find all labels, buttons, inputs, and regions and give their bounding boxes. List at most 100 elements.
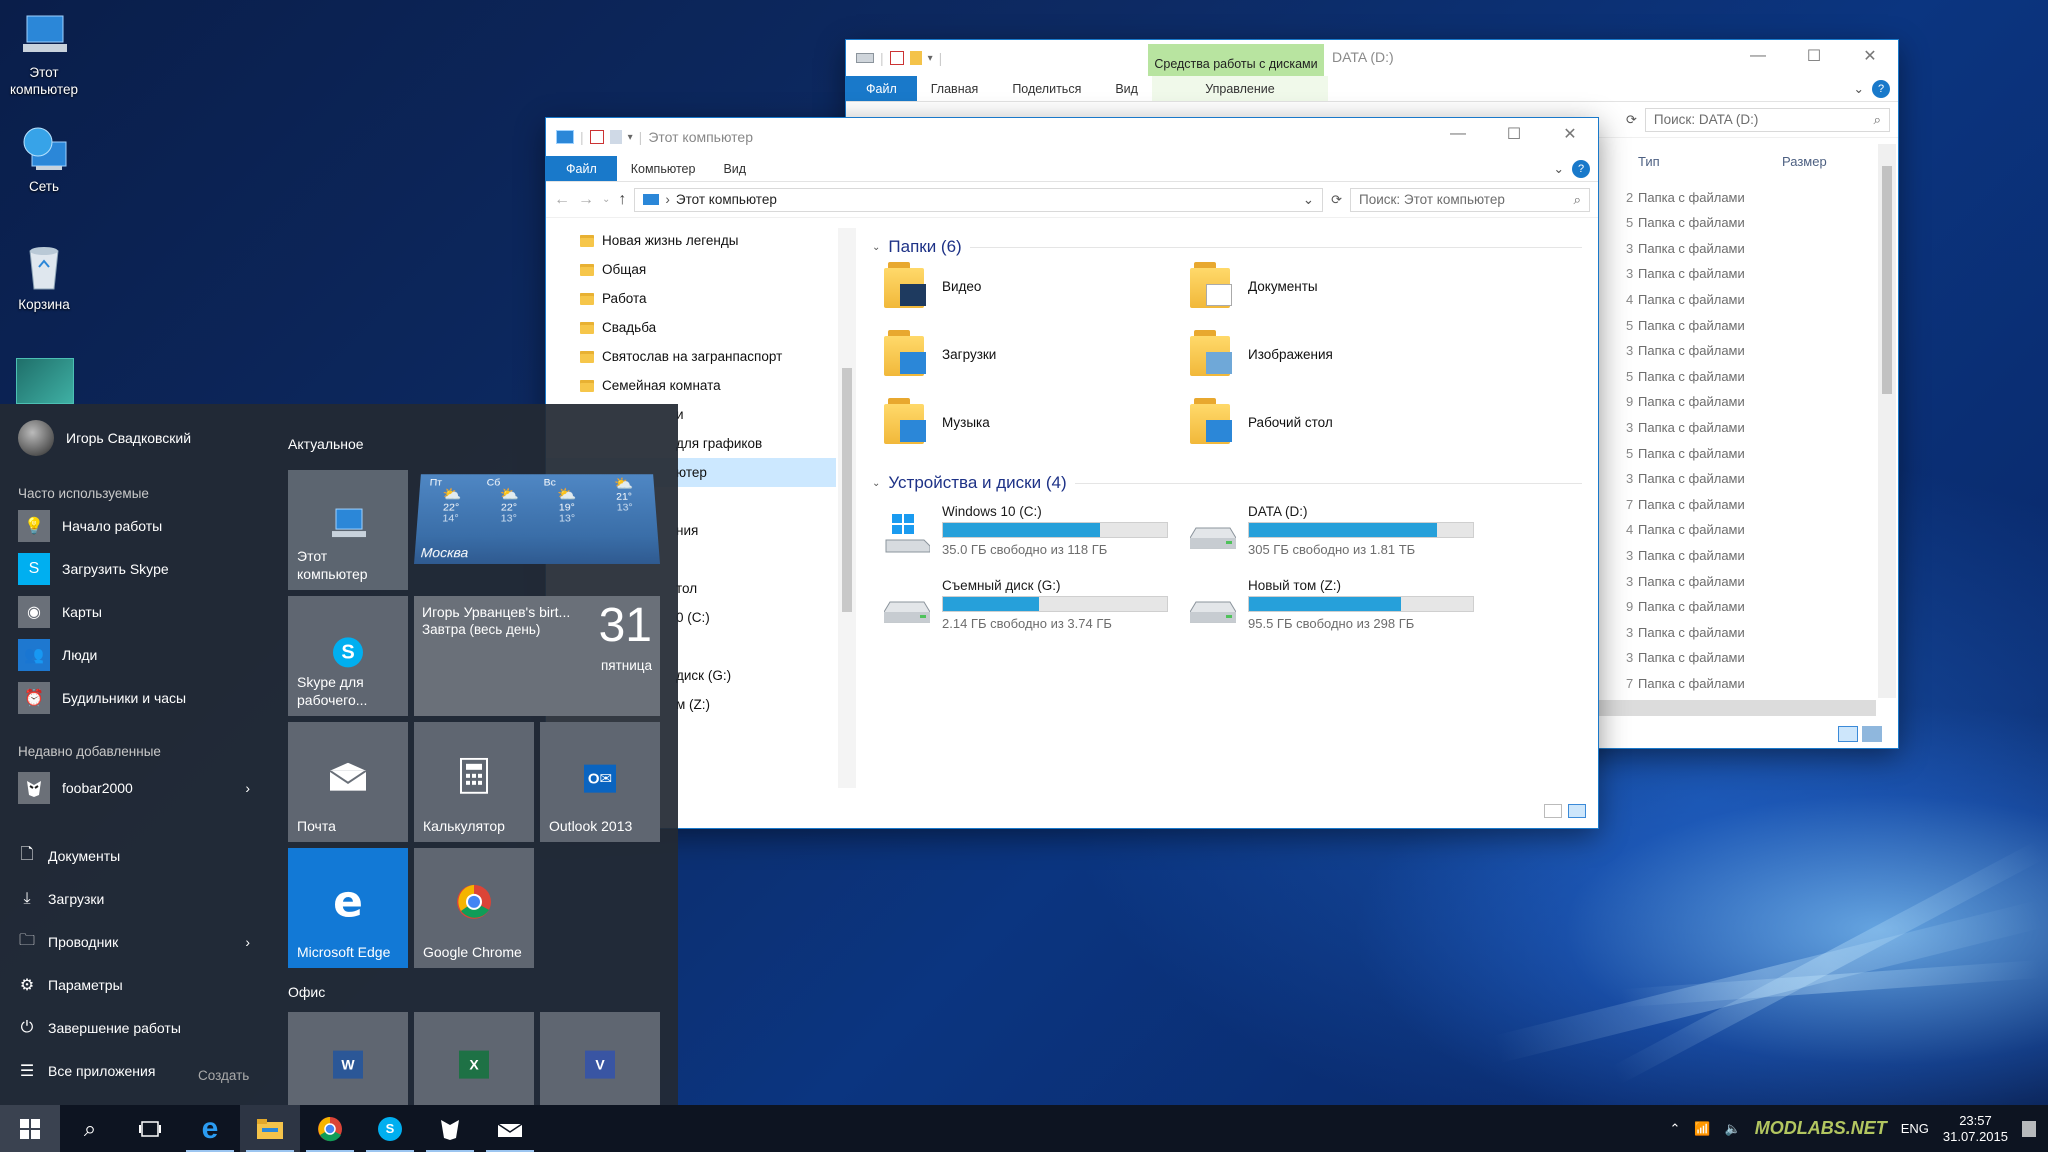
- title-bar[interactable]: | ▾ | Средства работы с дисками DATA (D:…: [846, 40, 1898, 76]
- tile-calculator[interactable]: Калькулятор: [414, 722, 534, 842]
- start-place-item[interactable]: ⏻ Завершение работы: [18, 1012, 250, 1044]
- column-header-type[interactable]: Тип: [1638, 154, 1660, 169]
- customize-qat-icon[interactable]: ▾: [628, 132, 633, 143]
- horizontal-scrollbar[interactable]: [1586, 700, 1876, 716]
- list-item[interactable]: 3 Папка с файлами: [1626, 647, 1866, 669]
- list-item[interactable]: 3 Папка с файлами: [1626, 263, 1866, 285]
- folder-item[interactable]: Видео: [884, 262, 981, 310]
- tab-file[interactable]: Файл: [846, 76, 917, 101]
- tab-home[interactable]: Главная: [917, 76, 993, 101]
- group-header-folders[interactable]: ⌄ Папки (6): [866, 232, 1596, 262]
- list-item[interactable]: 3 Папка с файлами: [1626, 621, 1866, 643]
- customize-qat-icon[interactable]: ▾: [928, 53, 933, 64]
- start-place-item[interactable]: 🗋 Документы: [18, 840, 250, 872]
- list-item[interactable]: 5 Папка с файлами: [1626, 212, 1866, 234]
- frequent-item[interactable]: 👥 Люди: [18, 639, 97, 671]
- list-item[interactable]: 3 Папка с файлами: [1626, 237, 1866, 259]
- folder-item[interactable]: Загрузки: [884, 330, 996, 378]
- details-view-icon[interactable]: [1544, 804, 1562, 818]
- desktop-icon-app[interactable]: [16, 358, 74, 404]
- properties-icon[interactable]: [589, 130, 604, 144]
- forward-arrow-icon[interactable]: →: [578, 191, 594, 209]
- search-input[interactable]: Поиск: Этот компьютер ⌕: [1350, 187, 1590, 212]
- tile-calendar[interactable]: Игорь Урванцев's birt... Завтра (весь де…: [414, 596, 660, 716]
- new-folder-icon[interactable]: [609, 130, 622, 144]
- desktop-icon-network[interactable]: Сеть: [0, 124, 88, 195]
- up-arrow-icon[interactable]: ↑: [618, 191, 626, 209]
- refresh-icon[interactable]: ⟳: [1626, 112, 1637, 128]
- tile-edge[interactable]: e Microsoft Edge: [288, 848, 408, 968]
- list-item[interactable]: 3 Папка с файлами: [1626, 544, 1866, 566]
- folder-item[interactable]: Музыка: [884, 398, 990, 446]
- volume-icon[interactable]: 🔈: [1725, 1121, 1741, 1137]
- desktop-icon-this-pc[interactable]: Этот компьютер: [0, 10, 88, 98]
- recent-locations-icon[interactable]: ⌄: [602, 194, 610, 205]
- drive-item[interactable]: Windows 10 (C:) 35.0 ГБ свободно из 118 Г…: [884, 504, 1168, 557]
- new-folder-icon[interactable]: [909, 51, 922, 65]
- taskbar-skype[interactable]: S: [360, 1105, 420, 1152]
- start-place-item[interactable]: ⤓ Загрузки: [18, 883, 250, 915]
- start-place-item[interactable]: 🗀 Проводник ›: [18, 926, 250, 958]
- recent-item-foobar2000[interactable]: foobar2000 ›: [18, 772, 250, 804]
- tile-weather[interactable]: Пт ⛅ 22° 14° Сб ⛅ 22° 13° Вс ⛅ 19° 13° ⛅ 21° 13° Москв…: [414, 474, 660, 564]
- start-place-item[interactable]: ⚙ Параметры: [18, 969, 250, 1001]
- back-arrow-icon[interactable]: ←: [554, 191, 570, 209]
- list-item[interactable]: 3 Папка с файлами: [1626, 340, 1866, 362]
- title-bar[interactable]: | ▾ | Этот компьютер — ☐ ✕: [546, 118, 1598, 156]
- tab-manage[interactable]: Управление: [1151, 76, 1328, 101]
- explorer-window-this-pc[interactable]: | ▾ | Этот компьютер — ☐ ✕ Файл Компьюте…: [546, 118, 1598, 828]
- list-item[interactable]: 2 Папка с файлами: [1626, 186, 1866, 208]
- tab-file[interactable]: Файл: [546, 156, 617, 181]
- folder-item[interactable]: Рабочий стол: [1190, 398, 1333, 446]
- ribbon-expand-icon[interactable]: ⌄: [1854, 76, 1872, 101]
- user-account[interactable]: Игорь Свадковский: [18, 420, 191, 456]
- frequent-item[interactable]: ⏰ Будильники и часы: [18, 682, 186, 714]
- nav-item-folder[interactable]: Семейная комната: [546, 371, 836, 400]
- ribbon-expand-icon[interactable]: ⌄: [1554, 156, 1572, 181]
- nav-item-folder[interactable]: Работа: [546, 284, 836, 313]
- details-view-icon[interactable]: [1838, 726, 1858, 742]
- list-item[interactable]: 7 Папка с файлами: [1626, 493, 1866, 515]
- list-item[interactable]: 9 Папка с файлами: [1626, 596, 1866, 618]
- drive-item[interactable]: DATA (D:) 305 ГБ свободно из 1.81 ТБ: [1189, 504, 1474, 557]
- frequent-item[interactable]: 💡 Начало работы: [18, 510, 162, 542]
- tile-outlook[interactable]: O✉ Outlook 2013: [540, 722, 660, 842]
- address-input[interactable]: › Этот компьютер ⌄: [634, 187, 1324, 212]
- drive-item[interactable]: Новый том (Z:) 95.5 ГБ свободно из 298 ГБ: [1189, 578, 1474, 631]
- list-item[interactable]: 4 Папка с файлами: [1626, 519, 1866, 541]
- create-button[interactable]: Создать: [198, 1068, 249, 1083]
- properties-icon[interactable]: [889, 51, 904, 65]
- minimize-button[interactable]: —: [1730, 40, 1786, 72]
- list-item[interactable]: 7 Папка с файлами: [1626, 672, 1866, 694]
- taskbar-mail[interactable]: [480, 1105, 540, 1152]
- clock[interactable]: 23:57 31.07.2015: [1943, 1113, 2008, 1145]
- nav-item-folder[interactable]: Святослав на загранпаспорт: [546, 342, 836, 371]
- list-item[interactable]: 9 Папка с файлами: [1626, 391, 1866, 413]
- minimize-button[interactable]: —: [1430, 118, 1486, 150]
- help-icon[interactable]: ?: [1572, 160, 1590, 178]
- search-input[interactable]: Поиск: DATA (D:) ⌕: [1644, 107, 1890, 132]
- frequent-item[interactable]: ◉ Карты: [18, 596, 102, 628]
- large-icons-view-icon[interactable]: [1862, 726, 1882, 742]
- show-hidden-icons-icon[interactable]: ⌃: [1669, 1121, 1680, 1137]
- list-item[interactable]: 3 Папка с файлами: [1626, 416, 1866, 438]
- taskbar-file-explorer[interactable]: [240, 1105, 300, 1152]
- vertical-scrollbar[interactable]: [1878, 144, 1896, 698]
- drive-icon[interactable]: [856, 53, 874, 63]
- close-button[interactable]: ✕: [1542, 118, 1598, 150]
- drive-item[interactable]: Съемный диск (G:) 2.14 ГБ свободно из 3.7…: [883, 578, 1168, 631]
- tab-computer[interactable]: Компьютер: [617, 156, 710, 181]
- tile-this-pc[interactable]: Этот компьютер: [288, 470, 408, 590]
- tile-skype[interactable]: S Skype для рабочего...: [288, 596, 408, 716]
- tile-excel[interactable]: X: [414, 1012, 534, 1105]
- search-button[interactable]: ⌕: [60, 1105, 120, 1152]
- list-item[interactable]: 5 Папка с файлами: [1626, 314, 1866, 336]
- refresh-icon[interactable]: ⟳: [1331, 192, 1342, 208]
- nav-item-folder[interactable]: Общая: [546, 255, 836, 284]
- computer-icon[interactable]: [556, 130, 574, 144]
- action-center-icon[interactable]: [2022, 1120, 2036, 1137]
- tile-chrome[interactable]: Google Chrome: [414, 848, 534, 968]
- tab-view[interactable]: Вид: [709, 156, 760, 181]
- tab-share[interactable]: Поделиться: [992, 76, 1101, 101]
- desktop-icon-recycle-bin[interactable]: Корзина: [0, 242, 88, 313]
